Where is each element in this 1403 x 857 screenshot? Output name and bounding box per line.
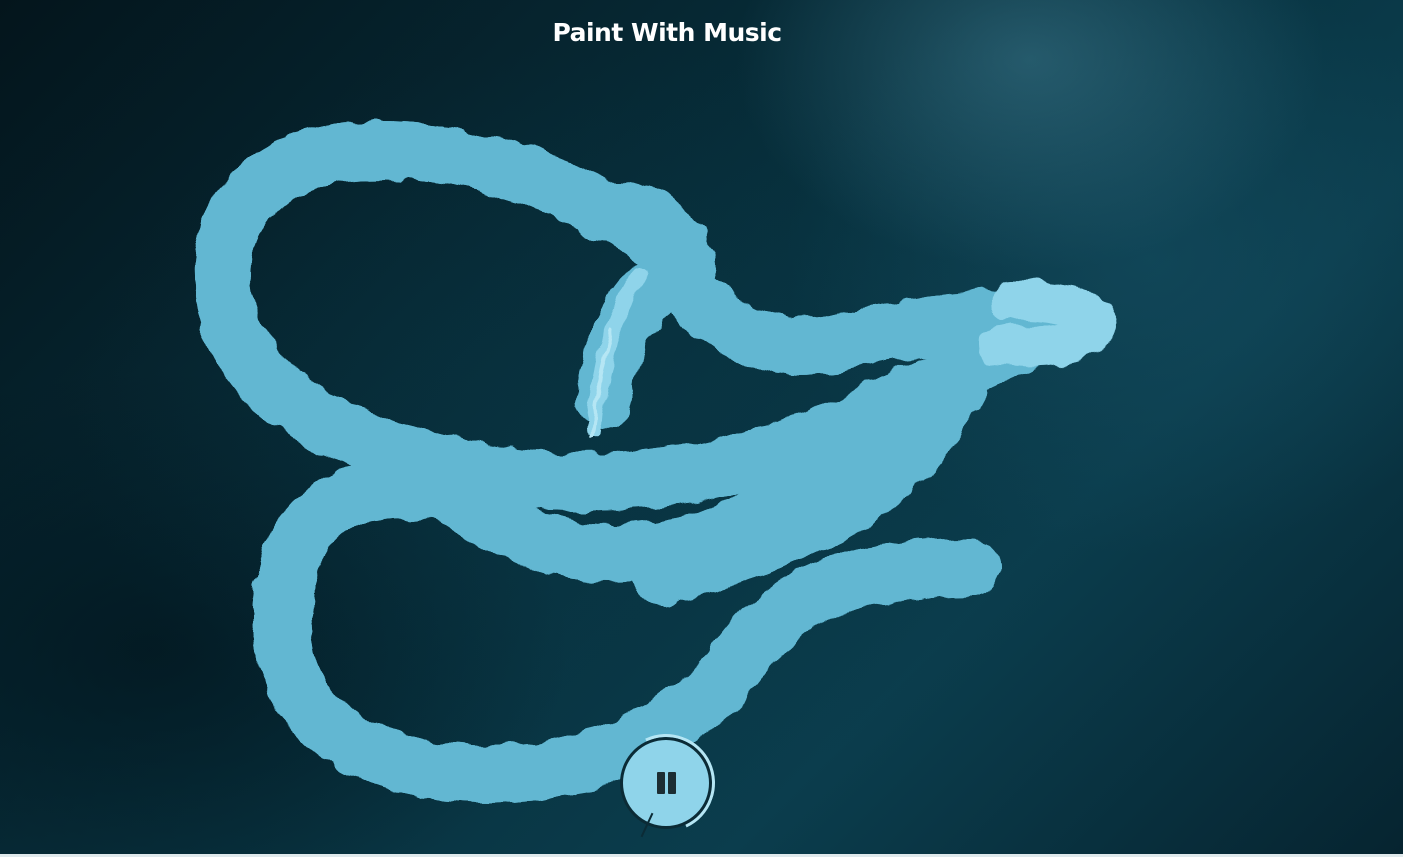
paint-strokes[interactable] xyxy=(0,0,1403,857)
canvas-stage[interactable]: Paint With Music xyxy=(0,0,1403,857)
play-pause-button[interactable] xyxy=(603,720,729,846)
